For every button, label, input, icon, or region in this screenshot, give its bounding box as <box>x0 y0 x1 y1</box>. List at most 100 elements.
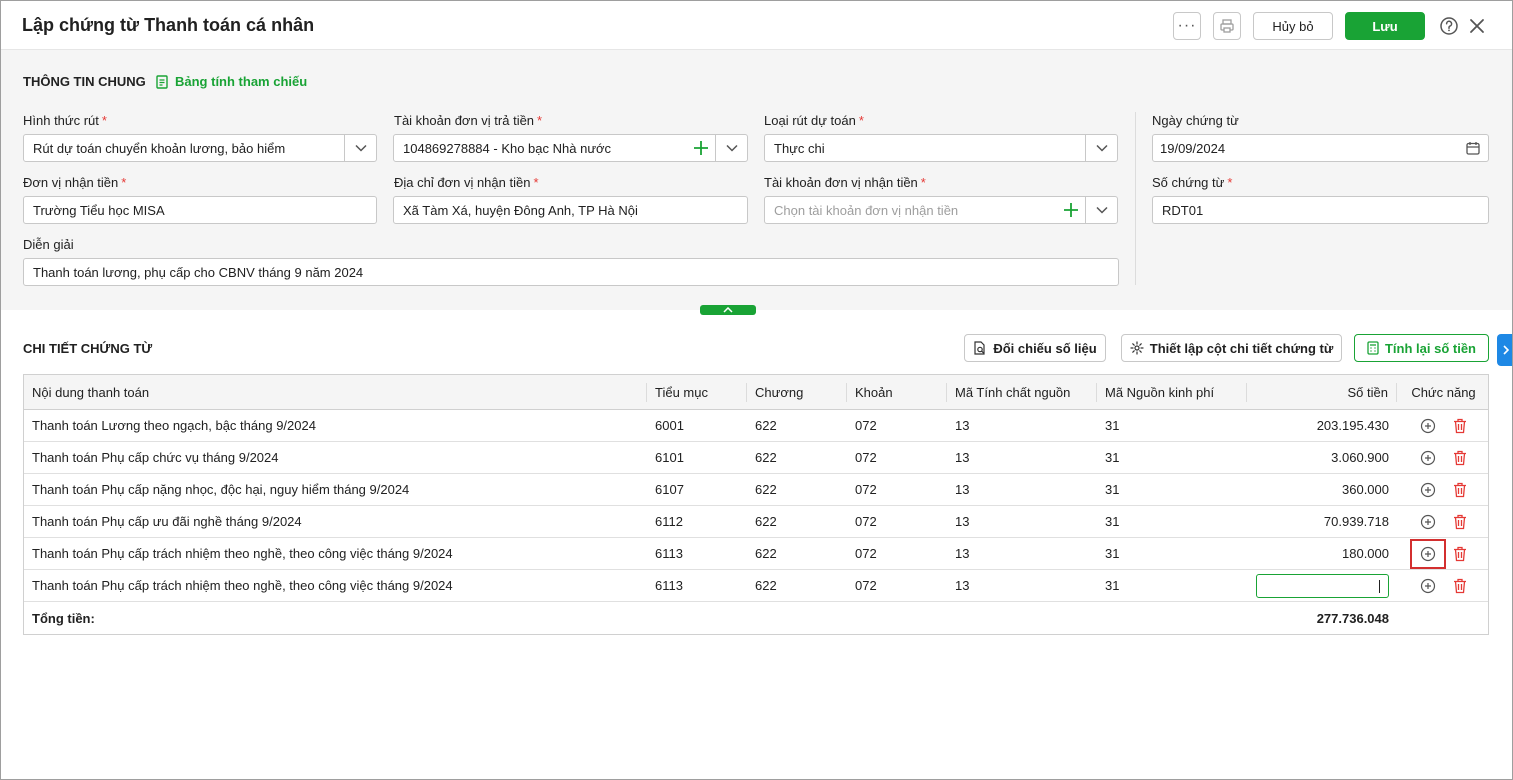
cell-chapter[interactable]: 622 <box>755 538 777 569</box>
payee-address-input[interactable]: Xã Tàm Xá, huyện Đông Anh, TP Hà Nội <box>393 196 748 224</box>
cell-section[interactable]: 072 <box>855 442 877 473</box>
cell-source-nature[interactable]: 13 <box>955 538 969 569</box>
cell-fund-source[interactable]: 31 <box>1105 442 1119 473</box>
save-button[interactable]: Lưu <box>1345 12 1425 40</box>
trash-icon[interactable] <box>1449 575 1471 597</box>
cell-chapter[interactable]: 622 <box>755 442 777 473</box>
table-row[interactable]: Thanh toán Lương theo ngạch, bậc tháng 9… <box>24 410 1488 442</box>
amount-input[interactable] <box>1256 574 1389 598</box>
cell-content[interactable]: Thanh toán Phụ cấp trách nhiệm theo nghề… <box>32 538 453 569</box>
trash-icon[interactable] <box>1449 479 1471 501</box>
col-header-source-nature[interactable]: Mã Tính chất nguồn <box>947 383 1097 402</box>
add-payer-account-icon[interactable] <box>687 141 715 155</box>
withdraw-form-select[interactable]: Rút dự toán chuyển khoản lương, bảo hiểm <box>23 134 377 162</box>
print-button[interactable] <box>1213 12 1241 40</box>
add-row-icon[interactable] <box>1417 479 1439 501</box>
table-row[interactable]: Thanh toán Phụ cấp ưu đãi nghề tháng 9/2… <box>24 506 1488 538</box>
estimate-type-select[interactable]: Thực chi <box>764 134 1118 162</box>
description-input[interactable]: Thanh toán lương, phụ cấp cho CBNV tháng… <box>23 258 1119 286</box>
payee-unit-input[interactable]: Trường Tiểu học MISA <box>23 196 377 224</box>
cell-content[interactable]: Thanh toán Phụ cấp trách nhiệm theo nghề… <box>32 570 453 601</box>
side-panel-toggle[interactable] <box>1497 334 1512 366</box>
col-header-content[interactable]: Nội dung thanh toán <box>24 383 647 402</box>
cell-fund-source[interactable]: 31 <box>1105 570 1119 601</box>
withdraw-form-label: Hình thức rút * <box>23 113 107 128</box>
cell-amount[interactable]: 203.195.430 <box>1247 410 1389 441</box>
cell-sub-item[interactable]: 6113 <box>655 538 683 569</box>
cell-source-nature[interactable]: 13 <box>955 410 969 441</box>
reconcile-button[interactable]: Đối chiếu số liệu <box>964 334 1106 362</box>
collapse-panel-toggle[interactable] <box>700 305 756 315</box>
cancel-button[interactable]: Hủy bỏ <box>1253 12 1333 40</box>
cell-content[interactable]: Thanh toán Phụ cấp ưu đãi nghề tháng 9/2… <box>32 506 302 537</box>
table-header-row: Nội dung thanh toán Tiểu mục Chương Khoả… <box>24 375 1488 410</box>
reference-sheet-link[interactable]: Bảng tính tham chiếu <box>156 74 307 89</box>
doc-date-input[interactable]: 19/09/2024 <box>1152 134 1489 162</box>
cell-chapter[interactable]: 622 <box>755 410 777 441</box>
cell-amount[interactable]: 180.000 <box>1247 538 1389 569</box>
cell-sub-item[interactable]: 6101 <box>655 442 684 473</box>
more-button[interactable]: ··· <box>1173 12 1201 40</box>
total-amount: 277.736.048 <box>1316 610 1389 626</box>
cell-source-nature[interactable]: 13 <box>955 442 969 473</box>
cell-section[interactable]: 072 <box>855 506 877 537</box>
cell-section[interactable]: 072 <box>855 474 877 505</box>
cell-source-nature[interactable]: 13 <box>955 570 969 601</box>
general-section-title: THÔNG TIN CHUNG <box>23 74 146 89</box>
cell-sub-item[interactable]: 6001 <box>655 410 684 441</box>
cell-sub-item[interactable]: 6113 <box>655 570 683 601</box>
doc-number-input[interactable]: RDT01 <box>1152 196 1489 224</box>
add-row-icon[interactable] <box>1417 575 1439 597</box>
cell-fund-source[interactable]: 31 <box>1105 474 1119 505</box>
table-row[interactable]: Thanh toán Phụ cấp trách nhiệm theo nghề… <box>24 570 1488 602</box>
payee-account-select[interactable]: Chọn tài khoản đơn vị nhận tiền <box>764 196 1118 224</box>
cell-source-nature[interactable]: 13 <box>955 506 969 537</box>
cell-section[interactable]: 072 <box>855 538 877 569</box>
cell-chapter[interactable]: 622 <box>755 506 777 537</box>
cell-fund-source[interactable]: 31 <box>1105 410 1119 441</box>
cell-sub-item[interactable]: 6112 <box>655 506 683 537</box>
trash-icon[interactable] <box>1449 447 1471 469</box>
trash-icon[interactable] <box>1449 511 1471 533</box>
chevron-down-icon[interactable] <box>1085 135 1117 161</box>
cell-amount[interactable]: 70.939.718 <box>1247 506 1389 537</box>
cell-fund-source[interactable]: 31 <box>1105 506 1119 537</box>
col-header-amount[interactable]: Số tiền <box>1247 383 1397 402</box>
trash-icon[interactable] <box>1449 415 1471 437</box>
cell-source-nature[interactable]: 13 <box>955 474 969 505</box>
chevron-down-icon[interactable] <box>1085 197 1117 223</box>
cell-chapter[interactable]: 622 <box>755 570 777 601</box>
add-row-icon[interactable] <box>1417 415 1439 437</box>
cell-section[interactable]: 072 <box>855 410 877 441</box>
col-header-fund-source[interactable]: Mã Nguồn kinh phí <box>1097 383 1247 402</box>
chevron-down-icon[interactable] <box>344 135 376 161</box>
col-header-section[interactable]: Khoản <box>847 383 947 402</box>
add-payee-account-icon[interactable] <box>1057 203 1085 217</box>
table-row[interactable]: Thanh toán Phụ cấp nặng nhọc, độc hại, n… <box>24 474 1488 506</box>
cell-amount[interactable]: 3.060.900 <box>1247 442 1389 473</box>
trash-icon[interactable] <box>1449 543 1471 565</box>
cell-content[interactable]: Thanh toán Lương theo ngạch, bậc tháng 9… <box>32 410 316 441</box>
cell-section[interactable]: 072 <box>855 570 877 601</box>
column-setup-button[interactable]: Thiết lập cột chi tiết chứng từ <box>1121 334 1342 362</box>
dialog-header: Lập chứng từ Thanh toán cá nhân ··· Hủy … <box>1 1 1512 50</box>
col-header-sub-item[interactable]: Tiểu mục <box>647 383 747 402</box>
add-row-icon[interactable] <box>1410 538 1446 569</box>
payer-account-select[interactable]: 104869278884 - Kho bạc Nhà nước <box>393 134 748 162</box>
close-icon[interactable] <box>1465 14 1489 38</box>
cell-sub-item[interactable]: 6107 <box>655 474 684 505</box>
cell-fund-source[interactable]: 31 <box>1105 538 1119 569</box>
add-row-icon[interactable] <box>1417 447 1439 469</box>
cell-content[interactable]: Thanh toán Phụ cấp nặng nhọc, độc hại, n… <box>32 474 409 505</box>
add-row-icon[interactable] <box>1417 511 1439 533</box>
cell-amount[interactable]: 360.000 <box>1247 474 1389 505</box>
table-row[interactable]: Thanh toán Phụ cấp chức vụ tháng 9/2024 … <box>24 442 1488 474</box>
cell-content[interactable]: Thanh toán Phụ cấp chức vụ tháng 9/2024 <box>32 442 279 473</box>
table-row[interactable]: Thanh toán Phụ cấp trách nhiệm theo nghề… <box>24 538 1488 570</box>
cell-chapter[interactable]: 622 <box>755 474 777 505</box>
help-icon[interactable] <box>1437 14 1461 38</box>
recalculate-button[interactable]: Tính lại số tiền <box>1354 334 1489 362</box>
chevron-down-icon[interactable] <box>715 135 747 161</box>
col-header-chapter[interactable]: Chương <box>747 383 847 402</box>
calendar-icon[interactable] <box>1458 141 1488 155</box>
